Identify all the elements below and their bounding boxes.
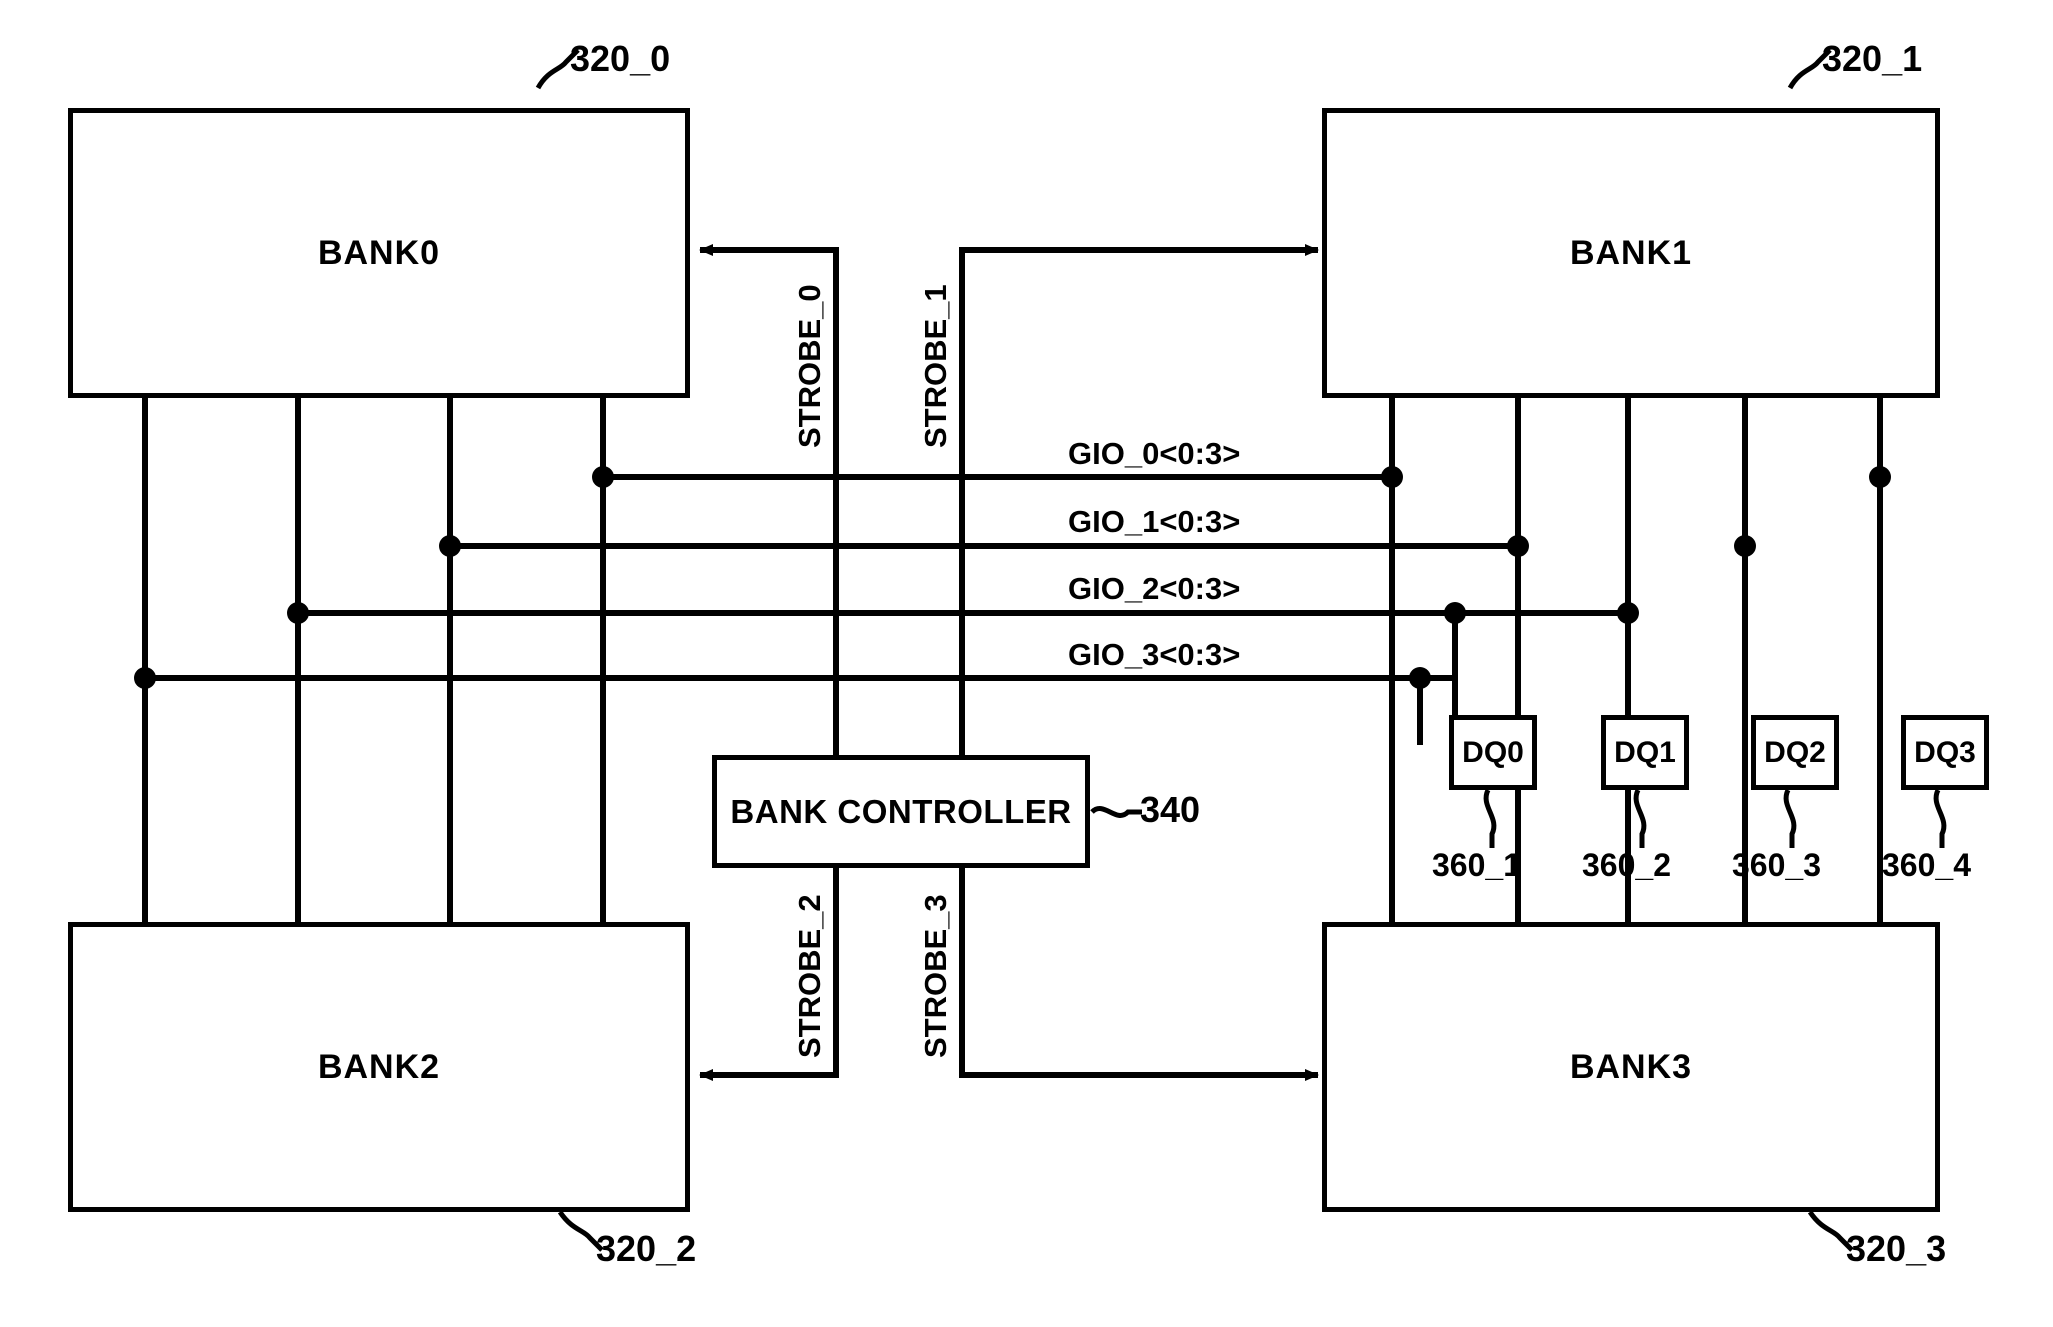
block-bank-controller[interactable]: BANK CONTROLLER (712, 755, 1090, 868)
ref-320-0: 320_0 (570, 38, 671, 79)
diagram-canvas: BANK0 BANK1 BANK2 BANK3 BANK CONTROLLER … (0, 0, 2053, 1327)
block-bank3-label: BANK3 (1569, 1047, 1693, 1086)
dq-pad-dq3[interactable]: DQ3 (1901, 715, 1989, 790)
dq-pad-dq3-label: DQ3 (1914, 735, 1976, 769)
dq-pad-dq2-label: DQ2 (1764, 735, 1826, 769)
block-bank2-label: BANK2 (317, 1047, 441, 1086)
dq-pad-dq2[interactable]: DQ2 (1751, 715, 1839, 790)
dq-pad-dq0-label: DQ0 (1462, 735, 1524, 769)
ref-360-3: 360_3 (1732, 847, 1821, 883)
block-bank2[interactable]: BANK2 (68, 922, 690, 1212)
signal-label-strobe-1: STROBE_1 (918, 284, 953, 448)
signal-label-strobe-0: STROBE_0 (792, 284, 827, 448)
ref-320-3: 320_3 (1846, 1228, 1947, 1269)
ref-360-1: 360_1 (1432, 847, 1521, 883)
block-bank0[interactable]: BANK0 (68, 108, 690, 398)
ref-340: 340 (1140, 789, 1201, 830)
bus-label-gio-3: GIO_3<0:3> (1068, 637, 1241, 672)
ref-320-2: 320_2 (596, 1228, 697, 1269)
block-bank1-label: BANK1 (1569, 233, 1693, 272)
bus-label-gio-0: GIO_0<0:3> (1068, 436, 1241, 471)
block-bank0-label: BANK0 (317, 233, 441, 272)
ref-360-2: 360_2 (1582, 847, 1671, 883)
signal-label-strobe-3: STROBE_3 (918, 894, 953, 1058)
block-bank1[interactable]: BANK1 (1322, 108, 1940, 398)
ref-360-4: 360_4 (1882, 847, 1971, 883)
dq-pad-dq0[interactable]: DQ0 (1449, 715, 1537, 790)
bus-label-gio-2: GIO_2<0:3> (1068, 571, 1241, 606)
ref-320-1: 320_1 (1822, 38, 1923, 79)
bus-label-gio-1: GIO_1<0:3> (1068, 504, 1241, 539)
signal-label-strobe-2: STROBE_2 (792, 894, 827, 1058)
dq-pad-dq1[interactable]: DQ1 (1601, 715, 1689, 790)
block-bank-controller-label: BANK CONTROLLER (730, 792, 1072, 830)
dq-pad-dq1-label: DQ1 (1614, 735, 1676, 769)
block-bank3[interactable]: BANK3 (1322, 922, 1940, 1212)
